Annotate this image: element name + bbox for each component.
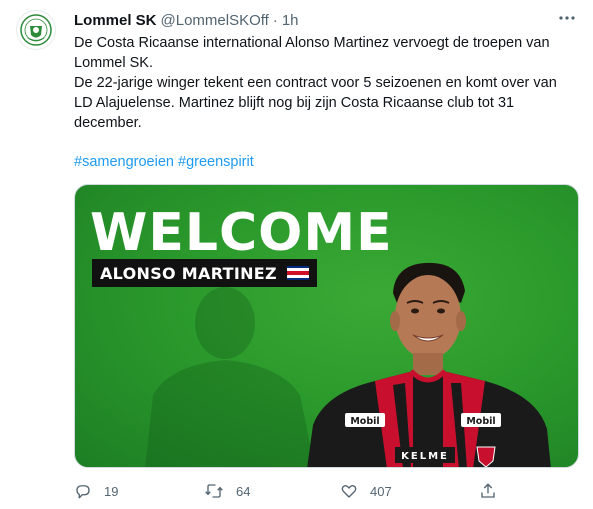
heart-icon — [341, 484, 357, 498]
like-count: 407 — [370, 483, 392, 499]
hashtags: #samengroeien #greenspirit — [74, 152, 254, 172]
more-horizontal-icon — [559, 16, 575, 20]
retweet-button[interactable]: 64 — [204, 480, 250, 502]
retweet-count: 64 — [236, 483, 251, 499]
like-button[interactable]: 407 — [340, 480, 392, 502]
tweet-media-image[interactable]: Mobil Mobil KELME WELCOME ALONSO MARTINE… — [74, 184, 579, 468]
tweet-actions: 19 64 407 — [74, 480, 514, 502]
shirt-sponsor-right: Mobil — [466, 416, 495, 427]
tweet-paragraph-1: De Costa Ricaanse international Alonso M… — [74, 35, 550, 71]
avatar[interactable] — [16, 10, 56, 50]
shirt-sponsor-left: Mobil — [350, 416, 379, 427]
more-options-button[interactable] — [555, 8, 579, 28]
player-name-banner: ALONSO MARTINEZ — [92, 259, 317, 287]
reply-button[interactable]: 19 — [74, 480, 118, 502]
tweet[interactable]: Lommel SK @LommelSKOff · 1h De Costa Ric… — [0, 0, 593, 509]
hashtag-link[interactable]: #greenspirit — [178, 154, 254, 170]
share-icon — [481, 483, 495, 498]
display-name[interactable]: Lommel SK — [74, 12, 157, 29]
lommel-sk-crest-icon — [20, 14, 52, 46]
player-photo: Mobil Mobil KELME — [307, 262, 551, 467]
tweet-paragraph-2: De 22-jarige winger tekent een contract … — [74, 75, 557, 131]
separator: · — [272, 11, 278, 29]
welcome-headline: WELCOME — [90, 203, 393, 263]
tweet-header: Lommel SK @LommelSKOff · 1h — [74, 10, 577, 30]
background-player-silhouette — [145, 287, 315, 467]
tweet-text: De Costa Ricaanse international Alonso M… — [74, 33, 574, 133]
reply-icon — [76, 485, 90, 499]
user-handle[interactable]: @LommelSKOff — [161, 12, 269, 29]
retweet-icon — [205, 484, 223, 498]
share-button[interactable] — [479, 480, 497, 502]
player-name: ALONSO MARTINEZ — [100, 263, 277, 283]
reply-count: 19 — [104, 483, 119, 499]
costa-rica-flag-icon — [286, 266, 309, 280]
timestamp[interactable]: 1h — [282, 12, 299, 29]
hashtag-link[interactable]: #samengroeien — [74, 154, 174, 170]
shirt-brand: KELME — [401, 451, 449, 462]
